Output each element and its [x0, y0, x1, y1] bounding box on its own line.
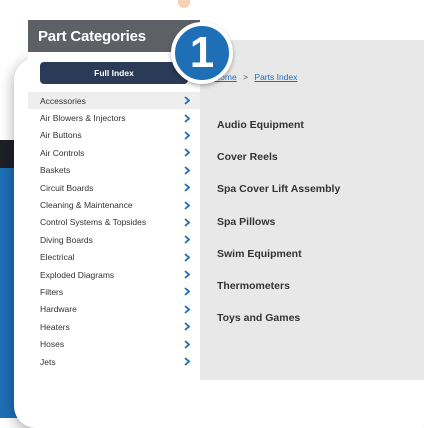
sidebar-item-label: Exploded Diagrams	[40, 269, 115, 280]
sidebar-item-label: Jets	[40, 356, 56, 367]
sidebar-item-label: Hardware	[40, 304, 77, 315]
chevron-right-icon	[184, 183, 190, 192]
chevron-right-icon	[184, 287, 190, 297]
chevron-right-icon	[184, 253, 190, 262]
chevron-right-icon	[184, 270, 190, 279]
category-link-spa-cover-lift-assembly[interactable]: Spa Cover Lift Assembly	[217, 183, 340, 195]
sidebar-item-filters[interactable]: Filters	[28, 283, 200, 300]
sidebar-item-cleaning-maintenance[interactable]: Cleaning & Maintenance	[28, 196, 200, 213]
category-link-audio-equipment[interactable]: Audio Equipment	[217, 119, 304, 131]
sidebar-item-air-blowers-injectors[interactable]: Air Blowers & Injectors	[28, 109, 200, 126]
sidebar-item-hoses[interactable]: Hoses	[28, 335, 200, 352]
full-index-button[interactable]: Full Index	[40, 62, 188, 84]
sidebar-item-diving-boards[interactable]: Diving Boards	[28, 231, 200, 248]
sidebar-item-heaters[interactable]: Heaters	[28, 318, 200, 335]
breadcrumb-parts-index-link[interactable]: Parts Index	[254, 72, 297, 82]
sidebar-item-label: Filters	[40, 286, 64, 297]
sidebar-item-label: Control Systems & Topsides	[40, 217, 147, 228]
category-link-toys-and-games[interactable]: Toys and Games	[217, 312, 300, 324]
sidebar-item-jets[interactable]: Jets	[28, 353, 200, 370]
sidebar-item-label: Hoses	[40, 339, 65, 350]
step-number-badge: 1	[171, 22, 233, 84]
sidebar-item-label: Air Blowers & Injectors	[40, 113, 126, 124]
sidebar: Part Categories Full Index Accessories A…	[28, 20, 200, 380]
sidebar-item-label: Diving Boards	[40, 234, 93, 245]
sidebar-item-label: Circuit Boards	[40, 182, 94, 193]
chevron-right-icon	[184, 305, 190, 314]
sidebar-item-label: Electrical	[40, 252, 75, 263]
sidebar-item-exploded-diagrams[interactable]: Exploded Diagrams	[28, 266, 200, 283]
category-link-thermometers[interactable]: Thermometers	[217, 280, 290, 292]
chevron-right-icon	[184, 322, 190, 331]
category-link-swim-equipment[interactable]: Swim Equipment	[217, 248, 302, 260]
chevron-right-icon	[184, 218, 190, 227]
sidebar-item-circuit-boards[interactable]: Circuit Boards	[28, 179, 200, 196]
sidebar-item-electrical[interactable]: Electrical	[28, 249, 200, 266]
sidebar-item-air-controls[interactable]: Air Controls	[28, 144, 200, 161]
chevron-right-icon	[184, 96, 190, 105]
chevron-right-icon	[184, 166, 190, 175]
sidebar-item-hardware[interactable]: Hardware	[28, 301, 200, 318]
sidebar-title: Part Categories	[38, 27, 146, 45]
sidebar-item-control-systems-topsides[interactable]: Control Systems & Topsides	[28, 214, 200, 231]
category-link-spa-pillows[interactable]: Spa Pillows	[217, 216, 275, 228]
chevron-right-icon	[184, 148, 190, 158]
chevron-right-icon	[184, 235, 190, 244]
sidebar-item-accessories[interactable]: Accessories	[28, 92, 200, 110]
sidebar-item-air-buttons[interactable]: Air Buttons	[28, 127, 200, 144]
sidebar-item-label: Heaters	[40, 321, 70, 332]
chevron-right-icon	[184, 339, 190, 349]
sidebar-item-label: Baskets	[40, 165, 71, 176]
breadcrumb-separator: >	[243, 72, 249, 82]
category-link-cover-reels[interactable]: Cover Reels	[217, 151, 278, 163]
sidebar-item-baskets[interactable]: Baskets	[28, 162, 200, 179]
sidebar-item-label: Cleaning & Maintenance	[40, 200, 133, 211]
chevron-right-icon	[184, 357, 190, 366]
breadcrumb: Home > Parts Index	[214, 72, 297, 82]
chevron-right-icon	[184, 131, 190, 140]
category-list: Accessories Air Blowers & Injectors Air …	[28, 92, 200, 370]
sidebar-item-label: Air Buttons	[40, 130, 82, 141]
chevron-right-icon	[184, 113, 190, 123]
chevron-right-icon	[184, 200, 190, 210]
sidebar-item-label: Accessories	[40, 95, 86, 106]
main-content-panel	[200, 40, 424, 380]
sidebar-item-label: Air Controls	[40, 147, 85, 158]
